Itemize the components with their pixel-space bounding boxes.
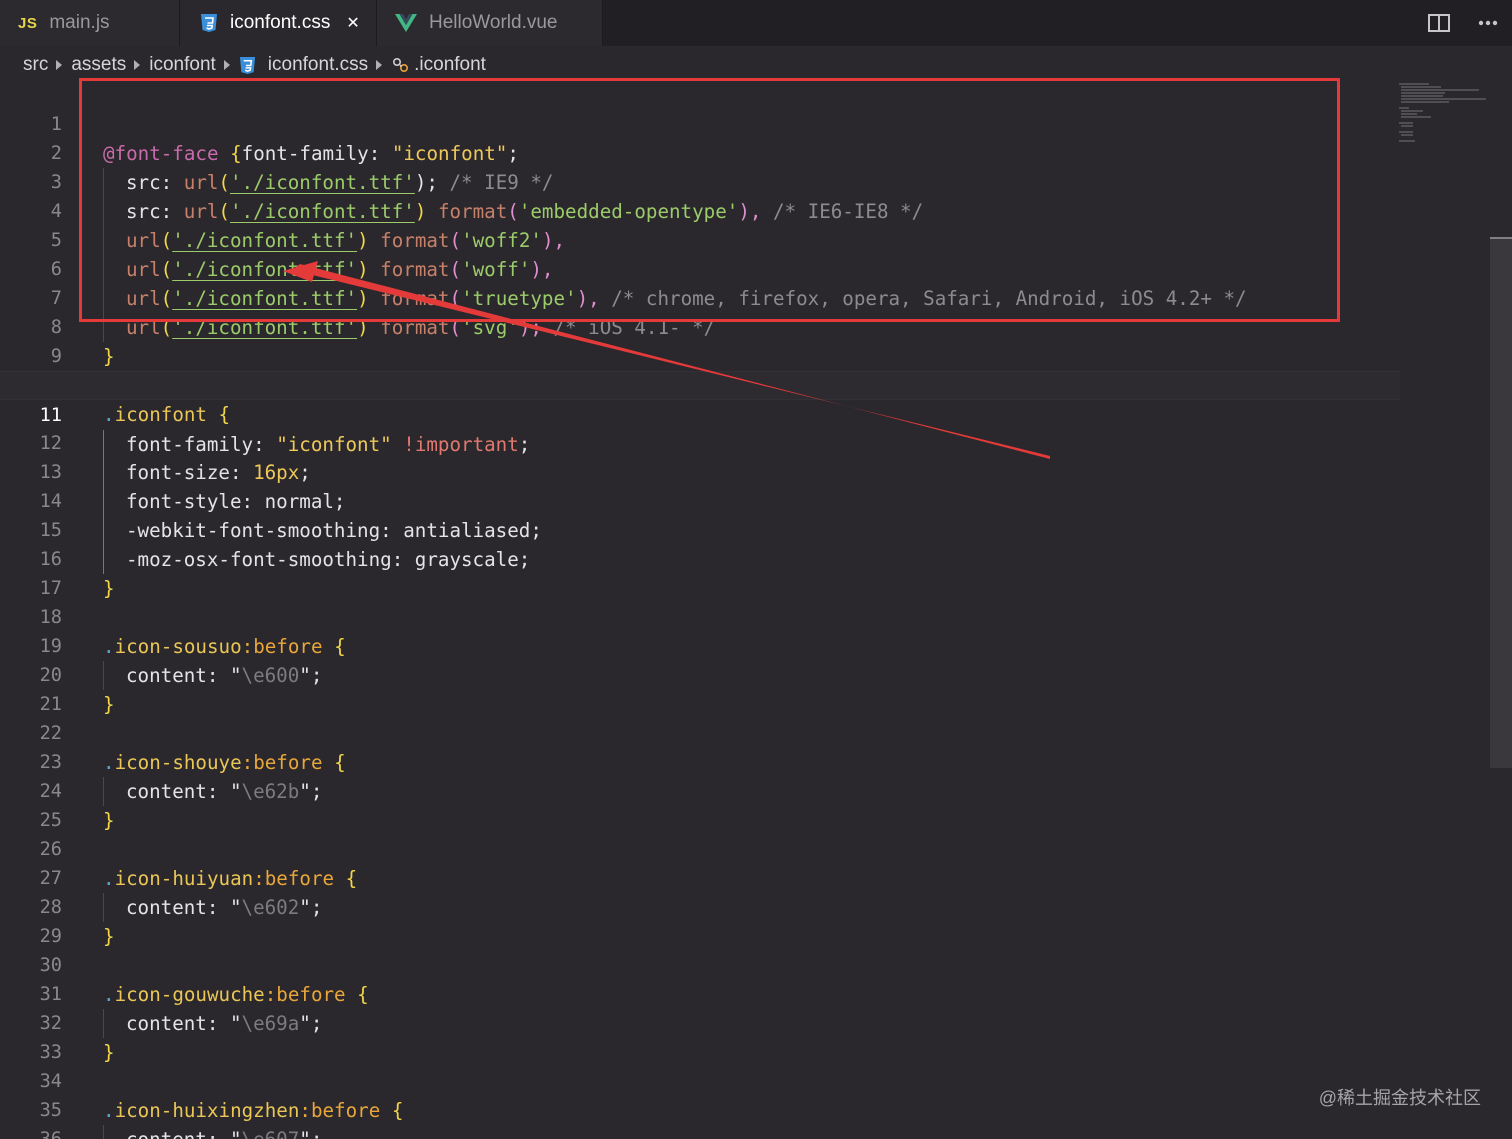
code-line: 6 url('./iconfont.ttf') format('truetype… [0, 226, 1400, 313]
code-line: 22 .icon-shouye:before { [0, 690, 1400, 774]
breadcrumb: src assets iconfont iconfont.css .iconfo… [23, 50, 486, 80]
chevron-right-icon [376, 60, 383, 70]
vertical-scrollbar-thumb[interactable] [1490, 238, 1512, 768]
code-line: 14 -webkit-font-smoothing: antialiased; [0, 458, 1400, 545]
code-line: 25 [0, 777, 1400, 831]
code-line: 21 [0, 661, 1400, 715]
breadcrumb-src[interactable]: src [23, 54, 48, 76]
code-line: 17 [0, 545, 1400, 599]
code-line: 13 font-style: normal; [0, 429, 1400, 516]
code-line: 12 font-size: 16px; [0, 400, 1400, 487]
code-editor[interactable]: 1 @font-face {font-family: "iconfont"; 2… [0, 81, 1512, 1139]
code-line: 26 .icon-huiyuan:before { [0, 806, 1400, 890]
tab-label: HelloWorld.vue [429, 12, 558, 33]
more-actions-icon[interactable] [1478, 20, 1498, 26]
code-line: 27 content: "\e602"; [0, 835, 1400, 922]
breadcrumb-file-label: iconfont.css [267, 54, 369, 75]
code-line: 1 @font-face {font-family: "iconfont"; [0, 81, 1400, 165]
code-line-current: 11 font-family: "iconfont" !important; [0, 371, 1400, 459]
code-line: 35 content: "\e607"; [0, 1067, 1400, 1139]
breadcrumb-assets[interactable]: assets [71, 54, 126, 76]
breadcrumb-iconfont-folder[interactable]: iconfont [149, 54, 216, 76]
scrollbar-cursor-marker [1490, 237, 1512, 239]
vue-icon [395, 14, 417, 32]
css3-icon [200, 13, 218, 33]
tab-bar: JS main.js iconfont.css ✕ HelloWorld.vue [0, 0, 1512, 46]
tab-iconfont-css[interactable]: iconfont.css ✕ [180, 0, 377, 46]
code-line: 10 .iconfont { [0, 342, 1400, 426]
code-line: 5 url('./iconfont.ttf') format('woff'), [0, 197, 1400, 284]
code-line: 37 [0, 1125, 1400, 1139]
css3-icon [239, 56, 256, 75]
editor-actions [1428, 0, 1498, 46]
code-line: 33 [0, 1009, 1400, 1063]
code-line: 32 } [0, 980, 1400, 1064]
code-line: 7 url('./iconfont.ttf') format('svg'); /… [0, 255, 1400, 342]
close-icon[interactable]: ✕ [346, 13, 359, 33]
code-line: 15 -moz-osx-font-smoothing: grayscale; [0, 487, 1400, 574]
chevron-right-icon [56, 60, 63, 70]
code-line: 19 content: "\e600"; [0, 603, 1400, 690]
split-editor-icon[interactable] [1428, 14, 1450, 32]
code-line: 36 } [0, 1096, 1400, 1139]
code-line: 4 url('./iconfont.ttf') format('woff2'), [0, 168, 1400, 255]
code-line: 9 [0, 313, 1400, 367]
minimap[interactable] [1396, 81, 1486, 151]
breadcrumb-symbol-iconfont[interactable]: .iconfont [391, 54, 486, 76]
tab-label: main.js [49, 12, 110, 33]
code-line: 28 } [0, 864, 1400, 948]
code-line: 29 [0, 893, 1400, 947]
symbol-class-icon [391, 56, 411, 74]
code-line: 20 } [0, 632, 1400, 716]
code-line: 31 content: "\e69a"; [0, 951, 1400, 1038]
code-line: 30 .icon-gouwuche:before { [0, 922, 1400, 1006]
code-line: 18 .icon-sousuo:before { [0, 574, 1400, 658]
code-line: 16 } [0, 516, 1400, 600]
code-line: 34 .icon-huixingzhen:before { [0, 1038, 1400, 1122]
breadcrumb-iconfont-css[interactable]: iconfont.css [239, 54, 368, 76]
code-line: 23 content: "\e62b"; [0, 719, 1400, 806]
code-line: 24 } [0, 748, 1400, 832]
tab-main-js[interactable]: JS main.js [0, 0, 180, 46]
watermark: @稀土掘金技术社区 [1318, 1088, 1481, 1108]
chevron-right-icon [134, 60, 141, 70]
code-line: 3 src: url('./iconfont.ttf') format('emb… [0, 139, 1400, 226]
code-line: 2 src: url('./iconfont.ttf'); /* IE9 */ [0, 110, 1400, 197]
javascript-icon: JS [18, 14, 38, 32]
tab-label: iconfont.css [230, 12, 331, 33]
tab-helloworld-vue[interactable]: HelloWorld.vue [377, 0, 603, 46]
code-line: 8 } [0, 284, 1400, 368]
breadcrumb-symbol-label: .iconfont [414, 54, 486, 75]
chevron-right-icon [223, 60, 230, 70]
